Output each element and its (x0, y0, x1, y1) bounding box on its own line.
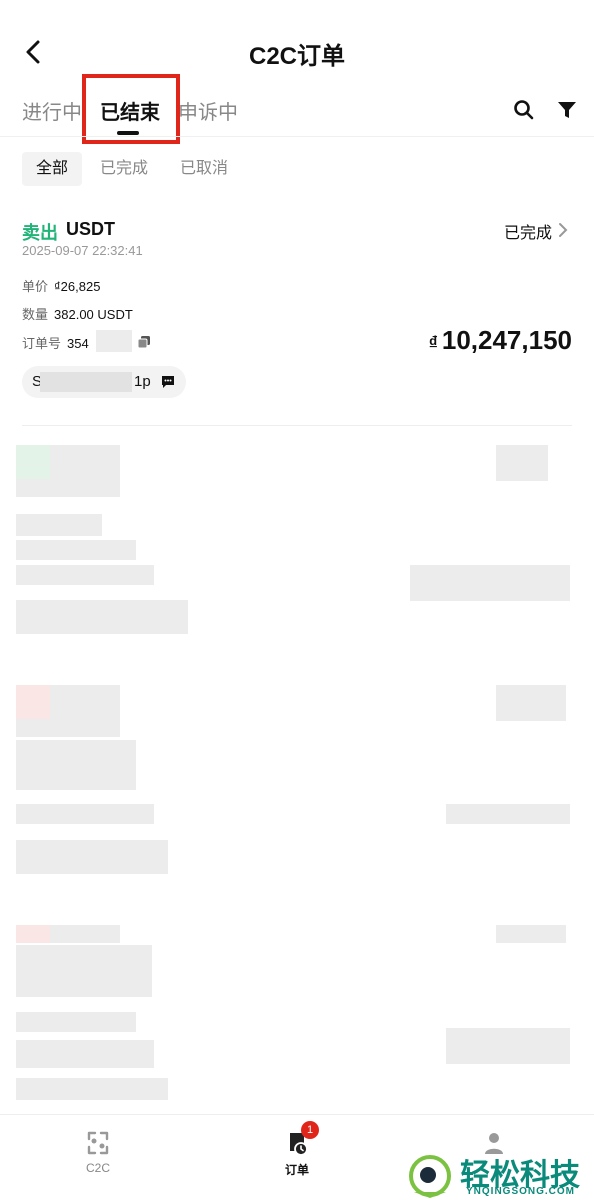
watermark-logo-icon (409, 1155, 451, 1198)
order-id-row: 订单号 354 (22, 333, 89, 352)
redacted-block (446, 804, 570, 824)
amount-currency: ₫ (428, 333, 438, 353)
redacted-block (16, 740, 136, 772)
qty-value: 382.00 USDT (54, 307, 133, 322)
nav-orders-label: 订单 (284, 1163, 309, 1177)
redacted-block (16, 514, 102, 536)
order-status: 已完成 (503, 225, 552, 242)
price-row: 单价 ₫26,825 (22, 276, 100, 295)
tabs-divider (0, 136, 594, 137)
c2c-icon (87, 1131, 109, 1155)
redacted-block (16, 1012, 136, 1032)
redacted-block (16, 540, 136, 560)
watermark-subtext: YNQINGSONG.COM (466, 1186, 576, 1197)
redacted-block (496, 445, 548, 481)
tab-in-progress[interactable]: 进行中 (22, 96, 82, 125)
watermark: 轻松科技 YNQINGSONG.COM (408, 1150, 594, 1200)
redacted-block (496, 925, 566, 943)
order-id-label: 订单号 (22, 336, 62, 351)
nav-c2c-label: C2C (85, 1161, 110, 1175)
redacted-block (16, 1040, 154, 1068)
order-asset: USDT (66, 219, 115, 239)
redacted-block (16, 600, 188, 634)
nav-orders[interactable]: 1 订单 (257, 1121, 337, 1178)
redacted-order-id (96, 330, 132, 352)
nav-c2c[interactable]: C2C (58, 1129, 138, 1175)
highlight-annotation-box (82, 74, 180, 144)
redacted-counterparty (40, 372, 132, 392)
redacted-block (496, 685, 566, 721)
price-value: ₫26,825 (54, 279, 101, 294)
order-separator (22, 425, 572, 426)
price-label: 单价 (22, 279, 49, 294)
qty-row: 数量 382.00 USDT (22, 304, 133, 323)
counterparty-suffix: 1p (134, 373, 151, 390)
counterparty-chip[interactable]: S 1p (22, 366, 186, 398)
order-side: 卖出 (22, 223, 58, 243)
copy-icon[interactable] (136, 334, 152, 350)
redacted-block (446, 1028, 570, 1064)
filter-icon[interactable] (555, 98, 579, 122)
redacted-block (410, 565, 570, 601)
redacted-block (16, 840, 168, 874)
redacted-block (16, 1078, 168, 1100)
orders-badge: 1 (301, 1121, 319, 1139)
filter-completed[interactable]: 已完成 (86, 152, 162, 186)
tab-appeal[interactable]: 申诉中 (178, 96, 238, 125)
order-time: 2025-09-07 22:32:41 (22, 243, 143, 258)
search-icon[interactable] (512, 98, 536, 122)
filter-cancelled[interactable]: 已取消 (166, 152, 242, 186)
chat-icon[interactable] (160, 374, 176, 390)
redacted-block (16, 925, 50, 943)
order-amount: ₫ 10,247,150 (429, 325, 572, 356)
qty-label: 数量 (22, 307, 49, 322)
redacted-block (16, 445, 50, 479)
chevron-right-icon[interactable] (556, 221, 570, 239)
redacted-block (16, 945, 152, 997)
order-id-value: 354 (67, 336, 89, 351)
filter-all[interactable]: 全部 (22, 152, 83, 186)
page-title: C2C订单 (248, 43, 345, 70)
redacted-block (16, 685, 50, 719)
redacted-block (16, 565, 154, 585)
amount-value: 10,247,150 (441, 325, 572, 355)
redacted-block (16, 804, 154, 824)
redacted-block (16, 772, 136, 790)
